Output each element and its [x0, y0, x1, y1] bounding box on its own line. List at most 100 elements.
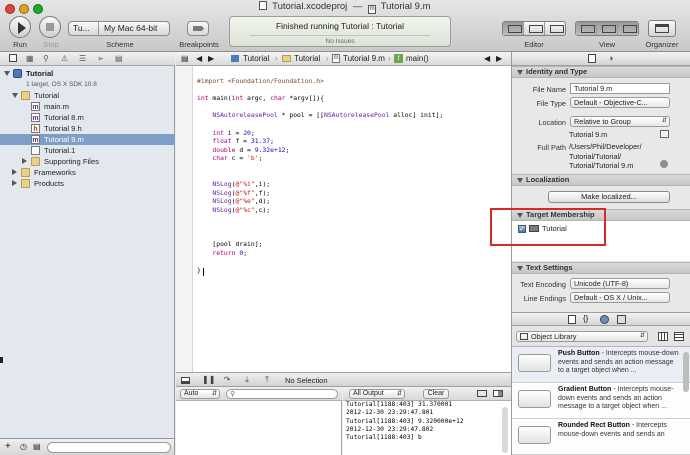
code-line[interactable]: return 0;	[197, 249, 247, 257]
next-issue-icon[interactable]: ▶	[496, 52, 502, 65]
disclosure-triangle-icon[interactable]	[517, 266, 523, 271]
file-name-field[interactable]: Tutorial 9.m	[570, 83, 670, 94]
step-over-icon[interactable]: ↷	[222, 376, 232, 384]
scheme-target[interactable]: Tu...	[73, 22, 90, 35]
disclosure-triangle-icon[interactable]	[12, 180, 17, 186]
disclosure-triangle-icon[interactable]	[12, 169, 17, 175]
library-popup[interactable]: Object Library ⇵	[516, 331, 648, 342]
folder-browse-icon[interactable]	[660, 130, 669, 138]
list-view-icon[interactable]	[674, 332, 684, 341]
issue-navigator-icon[interactable]: ⚠	[61, 54, 68, 63]
version-editor-button[interactable]	[545, 22, 565, 35]
variables-search-input[interactable]: ⚲	[226, 389, 338, 399]
navigator-toggle-button[interactable]	[576, 22, 597, 35]
media-library-icon[interactable]	[617, 315, 626, 324]
console-view[interactable]: All Output ⇵ Clear Tutorial[1188:403] 31…	[343, 387, 511, 455]
log-navigator-icon[interactable]: ▤	[115, 54, 123, 63]
scm-status-icon[interactable]: ▤	[33, 442, 41, 451]
library-item[interactable]: Rounded Rect Button - Intercepts mouse-d…	[512, 419, 690, 455]
code-line[interactable]: NSAutoreleasePool * pool = [[NSAutorelea…	[197, 111, 443, 119]
utilities-toggle-button[interactable]	[618, 22, 638, 35]
jumpbar-crumb-file[interactable]: Tutorial 9.m	[343, 52, 385, 65]
navigator-item[interactable]: m Tutorial 8.m	[0, 112, 175, 123]
disclosure-triangle-icon[interactable]	[4, 71, 10, 76]
code-line[interactable]: NSLog(@"%e",d);	[197, 197, 270, 205]
navigator-item[interactable]: Tutorial.1	[0, 145, 175, 156]
file-type-popup[interactable]: Default - Objective-C...	[570, 97, 670, 108]
breakpoints-button[interactable]	[187, 21, 209, 36]
code-line[interactable]: NSLog(@"%i",i);	[197, 180, 270, 188]
console-clear-button[interactable]: Clear	[423, 389, 449, 399]
debug-toggle-button[interactable]	[597, 22, 618, 35]
disclosure-triangle-icon[interactable]	[517, 178, 523, 183]
scheme-destination[interactable]: My Mac 64-bit	[104, 22, 157, 35]
jumpbar-crumb-group[interactable]: Tutorial	[294, 52, 320, 65]
split-view-icon-right[interactable]	[493, 390, 503, 397]
line-endings-popup[interactable]: Default - OS X / Unix...	[570, 292, 670, 303]
recent-files-icon[interactable]: ◷	[20, 442, 27, 451]
split-view-icon[interactable]	[477, 390, 487, 397]
file-template-icon[interactable]	[568, 315, 576, 324]
view-segmented-control[interactable]	[575, 21, 639, 36]
navigator-item[interactable]: Frameworks	[0, 167, 175, 178]
disclosure-triangle-icon[interactable]	[517, 70, 523, 75]
navigator-item[interactable]: h Tutorial 9.h	[0, 123, 175, 134]
code-line[interactable]: int main(int argc, char *argv[]){	[197, 94, 324, 102]
code-line[interactable]: [pool drain];	[197, 240, 262, 248]
source-editor[interactable]: #import <Foundation/Foundation.h> int mai…	[176, 66, 511, 372]
breakpoint-navigator-icon[interactable]: ➢	[97, 54, 104, 63]
navigator-item[interactable]: m main.m	[0, 101, 175, 112]
library-scrollbar[interactable]	[683, 352, 689, 392]
navigator-item[interactable]: Products	[0, 178, 175, 189]
variables-view[interactable]: Auto ⇵ ⚲	[176, 387, 342, 455]
file-inspector-icon[interactable]	[588, 54, 596, 63]
console-scrollbar[interactable]	[502, 407, 508, 453]
debug-navigator-icon[interactable]: ☰	[79, 54, 86, 63]
text-settings-section-header[interactable]: Text Settings	[512, 262, 690, 274]
search-navigator-icon[interactable]: ⚲	[43, 54, 49, 63]
project-row[interactable]: Tutorial 1 target, OS X SDK 10.8	[0, 68, 175, 88]
identity-section-header[interactable]: Identity and Type	[512, 66, 690, 78]
library-item[interactable]: Push Button - Intercepts mouse-down even…	[512, 347, 690, 383]
jumpbar-crumb-project[interactable]: Tutorial	[243, 52, 269, 65]
text-encoding-popup[interactable]: Unicode (UTF-8)	[570, 278, 670, 289]
code-line[interactable]: }	[197, 266, 201, 274]
step-into-icon[interactable]: ⤓	[242, 376, 252, 384]
organizer-button[interactable]	[648, 20, 676, 37]
assistant-editor-button[interactable]	[524, 22, 545, 35]
add-icon[interactable]: +	[5, 441, 11, 452]
console-output-popup[interactable]: All Output ⇵	[349, 389, 405, 399]
code-line[interactable]: double d = 9.32e+12;	[197, 146, 289, 154]
jumpbar-crumb-symbol[interactable]: main()	[406, 52, 429, 65]
make-localized-button[interactable]: Make localized...	[548, 191, 670, 203]
symbol-navigator-icon[interactable]: ▦	[26, 54, 34, 63]
previous-issue-icon[interactable]: ◀	[484, 52, 490, 65]
back-icon[interactable]: ◀	[196, 52, 202, 65]
code-line[interactable]: NSLog(@"%f",f);	[197, 189, 270, 197]
standard-editor-button[interactable]	[503, 22, 524, 35]
disclosure-triangle-icon[interactable]	[12, 93, 18, 98]
grid-view-icon[interactable]	[658, 332, 668, 341]
editor-segmented-control[interactable]	[502, 21, 566, 36]
related-items-icon[interactable]: ▤	[181, 52, 189, 65]
code-line[interactable]: #import <Foundation/Foundation.h>	[197, 77, 324, 85]
project-navigator-icon[interactable]	[9, 54, 17, 62]
stop-button[interactable]	[39, 16, 61, 38]
location-popup[interactable]: Relative to Group ⇵	[570, 116, 670, 127]
editor-gutter[interactable]	[176, 66, 193, 372]
hide-debug-area-icon[interactable]	[181, 377, 190, 384]
quick-help-icon[interactable]: ◑	[608, 53, 613, 63]
run-button[interactable]	[9, 16, 31, 38]
code-line[interactable]: float f = 31.37;	[197, 137, 274, 145]
navigator-filter-input[interactable]	[47, 442, 171, 453]
step-out-icon[interactable]: ⤒	[262, 376, 272, 384]
navigator-item[interactable]: Supporting Files	[0, 156, 175, 167]
code-snippet-icon[interactable]: {}	[583, 314, 588, 323]
disclosure-triangle-icon[interactable]	[22, 158, 27, 164]
forward-icon[interactable]: ▶	[208, 52, 214, 65]
navigator-item[interactable]: m Tutorial 9.m	[0, 134, 175, 145]
code-line[interactable]: int i = 20;	[197, 129, 254, 137]
pause-icon[interactable]: ❚❚	[202, 376, 215, 384]
reveal-in-finder-icon[interactable]	[660, 160, 668, 168]
variables-scope-popup[interactable]: Auto ⇵	[180, 389, 220, 399]
